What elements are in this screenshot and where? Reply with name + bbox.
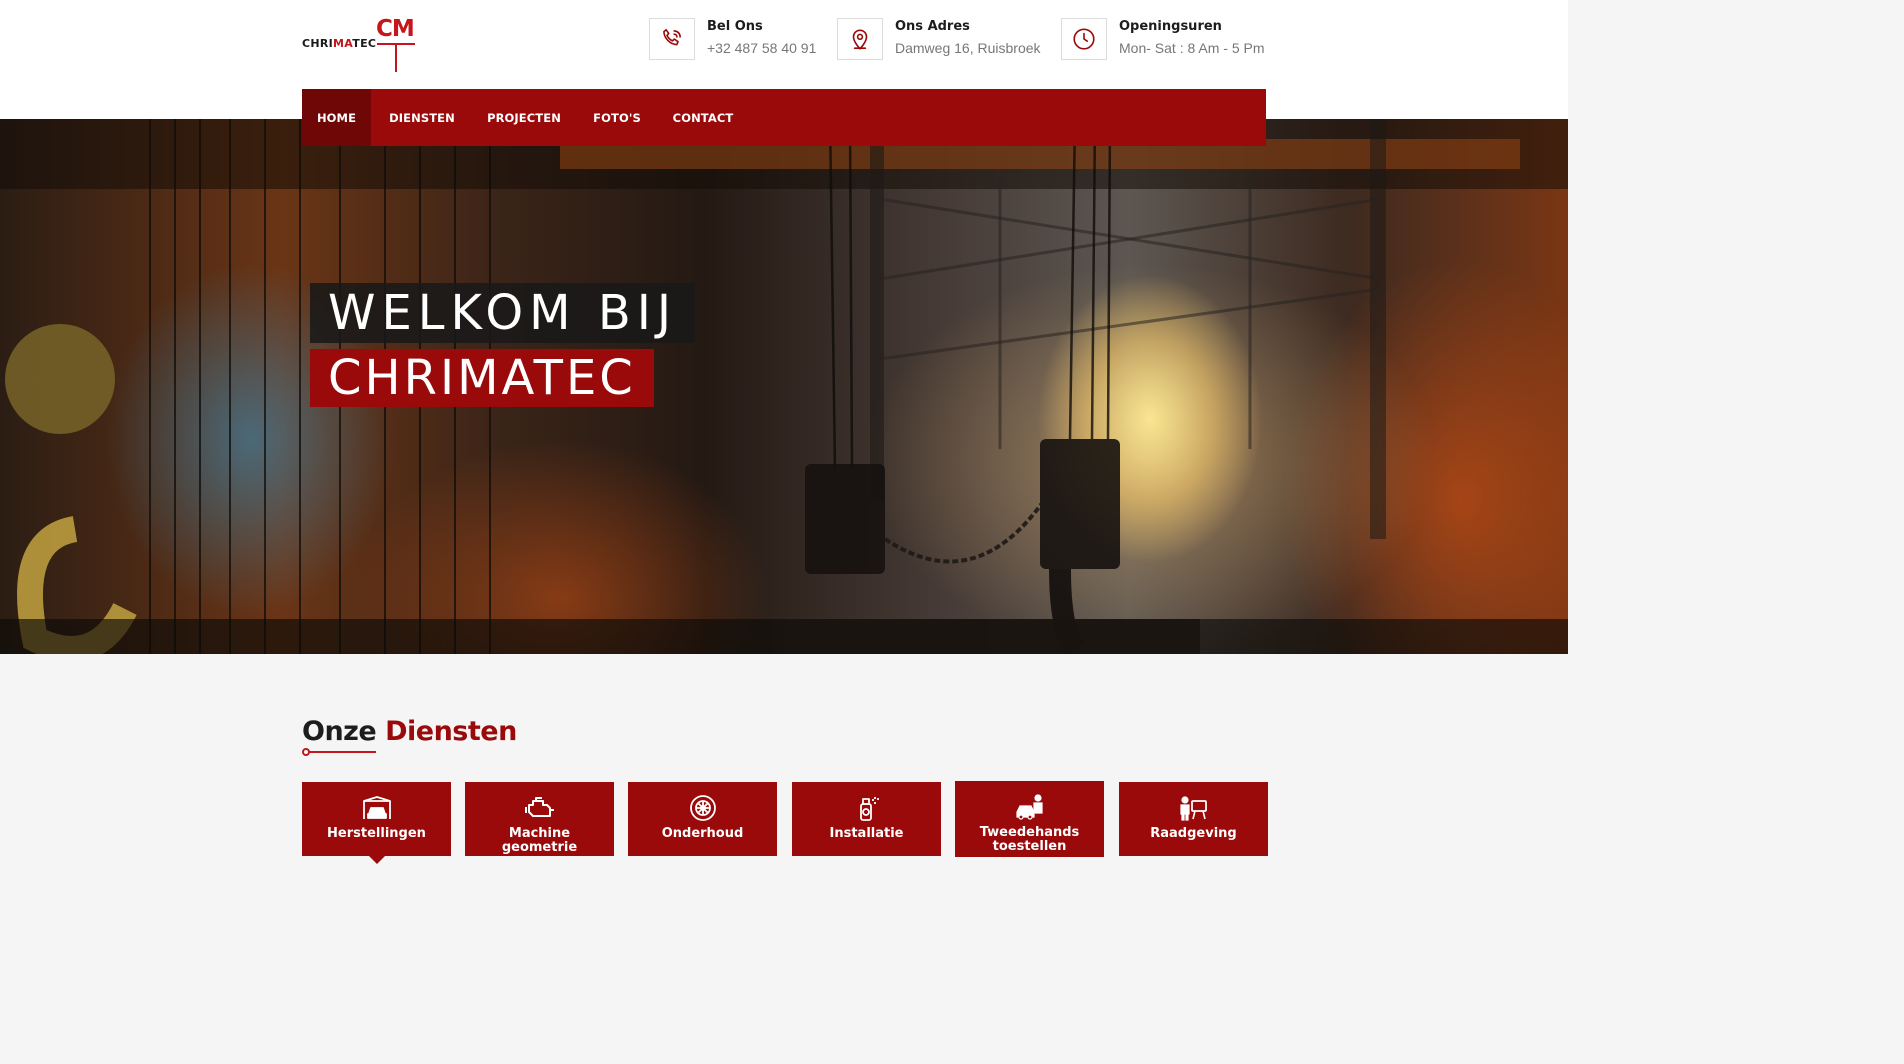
hero-title-line-2: CHRIMATEC	[310, 349, 654, 407]
services-title-accent: Diensten	[385, 716, 517, 747]
contact-phone-value[interactable]: +32 487 58 40 91	[707, 40, 816, 56]
services-section-title: Onze Diensten	[302, 716, 517, 747]
main-navigation: HOME DIENSTEN PROJECTEN FOTO'S CONTACT	[302, 89, 1266, 146]
logo[interactable]: CHRIMATEC CM	[302, 16, 422, 74]
service-label: Herstellingen	[327, 826, 426, 841]
phone-icon	[649, 18, 695, 60]
consulting-icon	[1119, 795, 1268, 821]
service-card-herstellingen[interactable]: Herstellingen	[302, 782, 451, 864]
service-label: Onderhoud	[661, 826, 744, 841]
service-card-installatie[interactable]: Installatie	[792, 782, 941, 856]
nav-item-contact[interactable]: CONTACT	[659, 89, 747, 146]
car-seller-icon	[955, 794, 1104, 820]
logo-wordmark-start: CHRI	[302, 37, 334, 50]
service-label: Installatie	[829, 826, 904, 841]
garage-car-icon	[302, 795, 451, 821]
service-label: Tweedehands toestellen	[979, 825, 1080, 854]
engine-icon	[465, 795, 614, 821]
nav-item-projecten[interactable]: PROJECTEN	[473, 89, 575, 146]
contact-address-title: Ons Adres	[895, 19, 970, 34]
selected-pointer	[369, 856, 385, 864]
service-card-onderhoud[interactable]: Onderhoud	[628, 782, 777, 856]
contact-hours-value: Mon- Sat : 8 Am - 5 Pm	[1119, 40, 1265, 56]
nav-item-fotos[interactable]: FOTO'S	[575, 89, 659, 146]
hero-banner: WELKOM BIJ CHRIMATEC	[0, 119, 1568, 654]
title-underline-dot	[302, 748, 310, 756]
service-card-machine-geometrie[interactable]: Machine geometrie	[465, 782, 614, 856]
contact-hours-title: Openingsuren	[1119, 19, 1222, 34]
service-label: Raadgeving	[1150, 826, 1237, 841]
spray-can-icon	[792, 795, 941, 821]
service-label: Machine geometrie	[501, 826, 578, 855]
nav-item-home[interactable]: HOME	[302, 89, 371, 146]
hero-title-line-1: WELKOM BIJ	[310, 283, 696, 343]
logo-mark: CM	[376, 16, 415, 42]
nav-item-diensten[interactable]: DIENSTEN	[371, 89, 473, 146]
contact-address-value: Damweg 16, Ruisbroek	[895, 40, 1041, 56]
logo-wordmark: CHRIMATEC	[302, 37, 376, 50]
logo-wordmark-end: TEC	[352, 37, 377, 50]
hero-background-image	[0, 119, 1568, 654]
wheel-icon	[628, 795, 777, 821]
service-card-raadgeving[interactable]: Raadgeving	[1119, 782, 1268, 856]
contact-phone-title: Bel Ons	[707, 19, 763, 34]
services-title-plain: Onze	[302, 716, 377, 747]
logo-bar-vertical	[395, 43, 397, 72]
service-card-tweedehands-toestellen[interactable]: Tweedehands toestellen	[955, 781, 1104, 857]
logo-wordmark-accent: MA	[333, 37, 353, 50]
title-underline	[308, 751, 376, 753]
location-pin-icon	[837, 18, 883, 60]
clock-icon	[1061, 18, 1107, 60]
